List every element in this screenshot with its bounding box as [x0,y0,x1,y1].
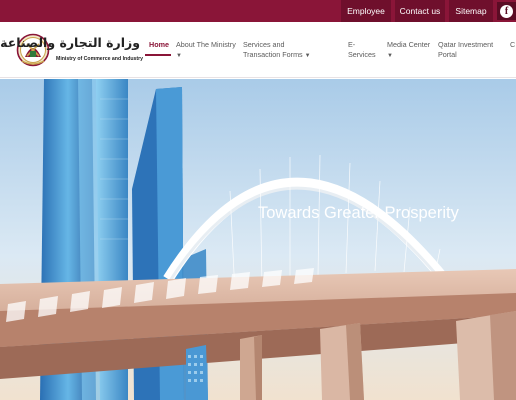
nav-e-services[interactable]: E-Services [348,40,378,60]
hero-illustration [0,79,516,400]
hero-slogan: Towards Greater Prosperity [258,204,459,222]
nav-eservices-label: E-Services [348,40,376,59]
nav-media-label: Media Center [387,40,431,49]
active-nav-indicator [145,54,171,56]
logo-arabic-text: وزارة التجارة والصناعة [0,35,140,50]
sitemap-link[interactable]: Sitemap [449,0,493,22]
chevron-down-icon: ▼ [387,53,393,59]
nav-about-label: About The Ministry [176,40,236,49]
chevron-down-icon: ▼ [176,53,182,59]
contact-us-link[interactable]: Contact us [395,0,445,22]
nav-home[interactable]: Home [149,40,169,50]
nav-services-forms[interactable]: Services and Transaction Forms ▼ [243,40,319,61]
ministry-logo[interactable]: وزارة التجارة والصناعة Ministry of Comme… [0,31,144,71]
top-utility-bar: Employee Contact us Sitemap f [0,0,516,22]
nav-services-label: Services and Transaction Forms [243,40,303,59]
nav-truncated-item[interactable]: C [510,40,516,50]
logo-english-text: Ministry of Commerce and Industry [56,56,144,62]
facebook-icon: f [500,4,513,18]
employee-link[interactable]: Employee [341,0,391,22]
facebook-button[interactable]: f [497,2,516,20]
nav-media-center[interactable]: Media Center ▼ [387,40,431,61]
nav-about-ministry[interactable]: About The Ministry ▼ [176,40,240,61]
nav-qatar-investment-portal[interactable]: Qatar Investment Portal [438,40,498,60]
chevron-down-icon: ▼ [304,53,311,59]
nav-qip-label: Qatar Investment Portal [438,40,494,59]
hero-banner: Towards Greater Prosperity [0,79,516,400]
site-header: وزارة التجارة والصناعة Ministry of Comme… [0,22,516,78]
